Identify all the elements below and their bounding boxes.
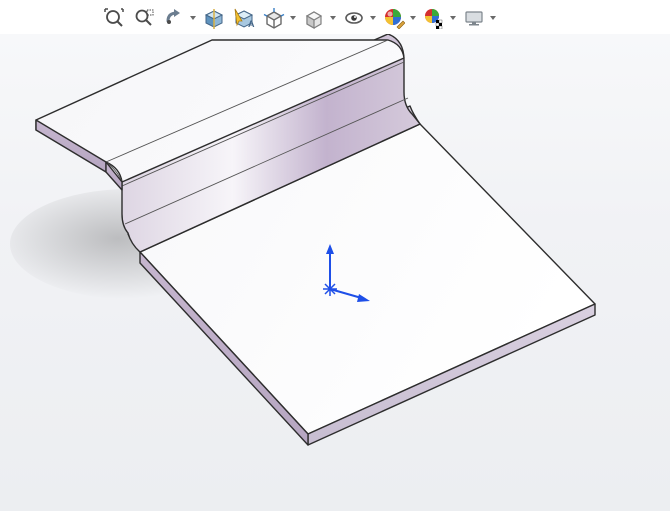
section-view-button[interactable] (200, 4, 228, 32)
chevron-down-icon (409, 14, 417, 22)
chevron-down-icon (189, 14, 197, 22)
apply-scene-dropdown[interactable] (448, 5, 458, 31)
edit-appearance-icon (383, 7, 405, 29)
view-settings-button[interactable] (460, 4, 488, 32)
view-orientation-button[interactable] (260, 4, 288, 32)
hide-show-items-button[interactable] (340, 4, 368, 32)
hide-show-items-dropdown[interactable] (368, 5, 378, 31)
eye-icon (343, 7, 365, 29)
chevron-down-icon (489, 14, 497, 22)
view-orientation-icon (263, 7, 285, 29)
view-toolbar: A (100, 4, 498, 32)
edit-appearance-dropdown[interactable] (408, 5, 418, 31)
chevron-down-icon (449, 14, 457, 22)
zoom-to-area-icon (133, 7, 155, 29)
section-view-icon (203, 7, 225, 29)
previous-view-icon (163, 7, 185, 29)
dynamic-annotation-views-button[interactable]: A (230, 4, 258, 32)
zoom-to-area-button[interactable] (130, 4, 158, 32)
display-style-button[interactable] (300, 4, 328, 32)
view-orientation-dropdown[interactable] (288, 5, 298, 31)
zoom-to-fit-button[interactable] (100, 4, 128, 32)
display-style-icon (303, 7, 325, 29)
dynamic-annotation-views-icon: A (233, 7, 255, 29)
display-style-dropdown[interactable] (328, 5, 338, 31)
svg-text:A: A (248, 19, 255, 29)
zoom-to-fit-icon (103, 7, 125, 29)
monitor-icon (463, 7, 485, 29)
chevron-down-icon (329, 14, 337, 22)
apply-scene-button[interactable] (420, 4, 448, 32)
previous-view-dropdown[interactable] (188, 5, 198, 31)
chevron-down-icon (289, 14, 297, 22)
edit-appearance-button[interactable] (380, 4, 408, 32)
view-settings-dropdown[interactable] (488, 5, 498, 31)
previous-view-button[interactable] (160, 4, 188, 32)
model-render (0, 34, 670, 511)
chevron-down-icon (369, 14, 377, 22)
graphics-viewport[interactable] (0, 34, 670, 511)
apply-scene-icon (423, 7, 445, 29)
